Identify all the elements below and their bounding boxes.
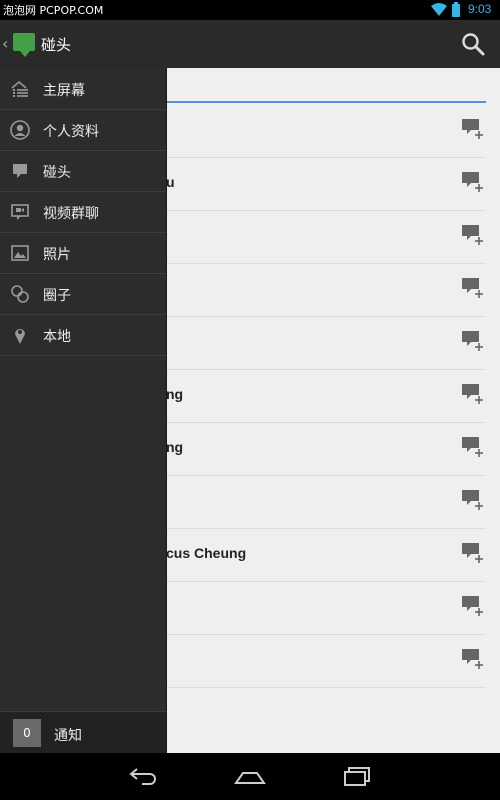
action-bar: ‹ 碰头 — [0, 20, 500, 69]
notifications-bar[interactable]: 0 通知 — [0, 711, 166, 754]
photo-icon — [11, 245, 29, 261]
system-navigation-bar — [0, 753, 500, 800]
add-chat-icon[interactable] — [461, 277, 485, 299]
add-chat-icon[interactable] — [461, 489, 485, 511]
chat-bubble-icon — [13, 164, 27, 178]
list-item[interactable] — [166, 581, 486, 635]
drawer-item-label: 视频群聊 — [43, 206, 99, 222]
divider — [166, 101, 486, 103]
notifications-label: 通知 — [54, 728, 82, 744]
add-chat-icon[interactable] — [461, 224, 485, 246]
add-chat-icon[interactable] — [461, 330, 485, 352]
battery-icon — [452, 2, 460, 17]
drawer-item-label: 主屏幕 — [43, 83, 85, 99]
circles-icon — [11, 285, 29, 303]
back-icon[interactable] — [128, 765, 160, 787]
add-chat-icon[interactable] — [461, 595, 485, 617]
drawer-item-label: 照片 — [43, 247, 71, 263]
contact-name: u — [166, 174, 175, 190]
list-item[interactable] — [166, 316, 486, 370]
recent-apps-icon[interactable] — [341, 765, 373, 787]
drawer-item-photos[interactable]: 照片 — [0, 232, 166, 274]
location-pin-icon — [15, 329, 25, 344]
contact-name: ng — [166, 386, 184, 402]
home-list-icon — [11, 80, 28, 97]
hangout-bubble-icon[interactable] — [13, 33, 35, 57]
list-item[interactable] — [166, 210, 486, 264]
notification-count-badge: 0 — [13, 719, 41, 747]
list-item[interactable]: ng — [166, 369, 486, 423]
profile-icon — [10, 120, 30, 140]
drawer-item-circles[interactable]: 圈子 — [0, 273, 166, 315]
add-chat-icon[interactable] — [461, 171, 485, 193]
chevron-left-icon[interactable]: ‹ — [2, 34, 8, 53]
clock-time: 9:03 — [468, 2, 492, 16]
drawer-item-home[interactable]: 主屏幕 — [0, 68, 166, 110]
list-item[interactable] — [166, 263, 486, 317]
list-item[interactable]: ng — [166, 422, 486, 476]
home-icon[interactable] — [234, 765, 266, 787]
add-chat-icon[interactable] — [461, 436, 485, 458]
list-item[interactable] — [166, 475, 486, 529]
drawer-item-hangouts[interactable]: 碰头 — [0, 150, 166, 192]
drawer-item-video-chat[interactable]: 视频群聊 — [0, 191, 166, 233]
drawer-item-label: 圈子 — [43, 288, 71, 304]
add-chat-icon[interactable] — [461, 118, 485, 140]
hangouts-list: u ng ng cus Cheung — [166, 68, 500, 753]
drawer-item-label: 本地 — [43, 329, 71, 345]
navigation-drawer: 主屏幕 个人资料 碰头 视频群聊 照片 圈子 本地 0 通知 — [0, 68, 167, 754]
drawer-item-profile[interactable]: 个人资料 — [0, 109, 166, 151]
watermark-text: 泡泡网 PCPOP.COM — [3, 4, 104, 17]
drawer-item-local[interactable]: 本地 — [0, 314, 166, 356]
list-item[interactable]: cus Cheung — [166, 528, 486, 582]
wifi-icon — [431, 3, 447, 16]
list-item[interactable]: u — [166, 157, 486, 211]
add-chat-icon[interactable] — [461, 383, 485, 405]
page-title[interactable]: 碰头 — [41, 34, 71, 55]
contact-name: ng — [166, 439, 184, 455]
drawer-item-label: 个人资料 — [43, 124, 99, 140]
list-item[interactable] — [166, 634, 486, 688]
list-item[interactable] — [166, 104, 486, 158]
status-bar: 泡泡网 PCPOP.COM 9:03 — [0, 0, 500, 20]
add-chat-icon[interactable] — [461, 542, 485, 564]
contact-name: cus Cheung — [166, 545, 247, 561]
drawer-item-label: 碰头 — [43, 165, 71, 181]
video-chat-icon — [11, 204, 29, 220]
add-chat-icon[interactable] — [461, 648, 485, 670]
search-icon[interactable] — [461, 32, 485, 56]
